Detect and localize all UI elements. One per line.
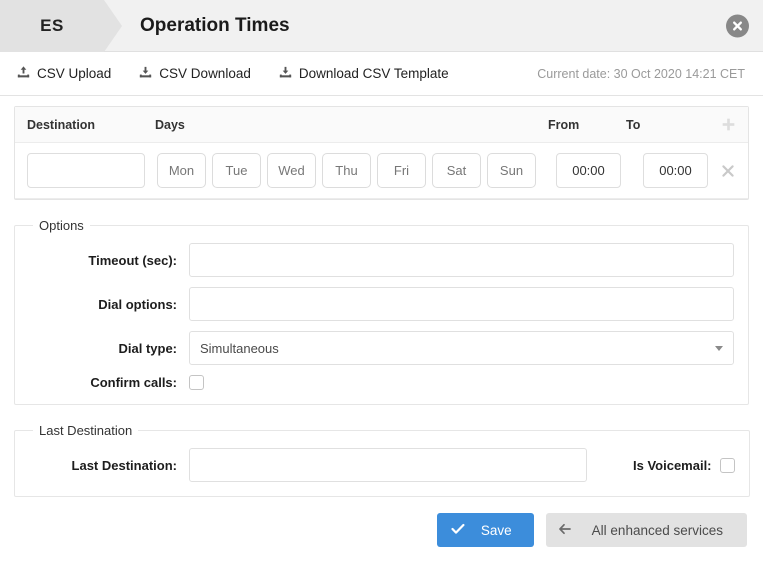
download-icon <box>138 65 153 83</box>
dial-type-value: Simultaneous <box>200 341 279 356</box>
last-destination-label: Last Destination: <box>29 458 189 473</box>
day-toggle-fri[interactable]: Fri <box>377 153 426 188</box>
day-toggle-sat[interactable]: Sat <box>432 153 481 188</box>
is-voicemail-checkbox[interactable] <box>720 458 735 473</box>
toolbar: CSV Upload CSV Download Download CSV Tem… <box>0 52 763 96</box>
dial-options-row: Dial options: <box>29 287 734 321</box>
is-voicemail-label: Is Voicemail: <box>633 458 712 473</box>
day-toggle-thu[interactable]: Thu <box>322 153 371 188</box>
csv-upload-button[interactable]: CSV Upload <box>16 65 111 83</box>
dial-type-row: Dial type: Simultaneous <box>29 331 734 365</box>
column-header-days: Days <box>155 118 548 132</box>
add-row-button[interactable] <box>708 117 748 132</box>
day-toggle-group: Mon Tue Wed Thu Fri Sat Sun <box>157 153 550 188</box>
options-legend: Options <box>33 218 90 233</box>
save-button-label: Save <box>481 523 512 538</box>
time-to-input[interactable] <box>643 153 708 188</box>
operation-times-table: Destination Days From To Mon Tue Wed Thu… <box>14 106 749 200</box>
destination-input[interactable] <box>27 153 145 188</box>
timeout-input[interactable] <box>189 243 734 277</box>
confirm-calls-label: Confirm calls: <box>29 375 189 390</box>
csv-upload-label: CSV Upload <box>37 66 111 81</box>
close-icon[interactable] <box>726 14 749 37</box>
breadcrumb-separator-icon <box>104 0 122 52</box>
confirm-calls-checkbox[interactable] <box>189 375 204 390</box>
day-toggle-wed[interactable]: Wed <box>267 153 316 188</box>
upload-icon <box>16 65 31 83</box>
all-enhanced-services-button[interactable]: All enhanced services <box>546 513 747 547</box>
day-toggle-mon[interactable]: Mon <box>157 153 206 188</box>
table-header-row: Destination Days From To <box>15 107 748 143</box>
csv-download-label: CSV Download <box>159 66 251 81</box>
download-icon <box>278 65 293 83</box>
timeout-label: Timeout (sec): <box>29 253 189 268</box>
last-destination-input[interactable] <box>189 448 587 482</box>
plus-icon <box>721 117 736 132</box>
breadcrumb-es-label: ES <box>40 16 64 36</box>
table-row: Mon Tue Wed Thu Fri Sat Sun <box>15 143 748 199</box>
dial-type-label: Dial type: <box>29 341 189 356</box>
timeout-row: Timeout (sec): <box>29 243 734 277</box>
save-button[interactable]: Save <box>437 513 534 547</box>
last-destination-fieldset: Last Destination Last Destination: Is Vo… <box>14 423 750 497</box>
page-title: Operation Times <box>140 15 290 37</box>
all-enhanced-services-label: All enhanced services <box>592 523 723 538</box>
day-toggle-sun[interactable]: Sun <box>487 153 536 188</box>
last-destination-row: Last Destination: Is Voicemail: <box>29 448 735 482</box>
column-header-to: To <box>626 118 708 132</box>
column-header-destination: Destination <box>27 118 155 132</box>
column-header-from: From <box>548 118 626 132</box>
breadcrumb-es[interactable]: ES <box>0 0 104 52</box>
close-x-icon <box>721 164 735 178</box>
delete-row-button[interactable] <box>708 164 748 178</box>
dial-type-select[interactable]: Simultaneous <box>189 331 734 365</box>
dial-options-label: Dial options: <box>29 297 189 312</box>
footer-actions: Save All enhanced services <box>0 497 763 547</box>
confirm-calls-row: Confirm calls: <box>29 375 734 390</box>
download-csv-template-label: Download CSV Template <box>299 66 449 81</box>
download-csv-template-button[interactable]: Download CSV Template <box>278 65 449 83</box>
dial-options-input[interactable] <box>189 287 734 321</box>
page-header: ES Operation Times <box>0 0 763 52</box>
day-toggle-tue[interactable]: Tue <box>212 153 261 188</box>
csv-download-button[interactable]: CSV Download <box>138 65 251 83</box>
chevron-down-icon <box>715 346 723 351</box>
last-destination-legend: Last Destination <box>33 423 138 438</box>
arrow-left-icon <box>558 523 572 538</box>
check-icon <box>451 523 465 538</box>
current-date-text: Current date: 30 Oct 2020 14:21 CET <box>537 67 745 81</box>
time-from-input[interactable] <box>556 153 621 188</box>
options-fieldset: Options Timeout (sec): Dial options: Dia… <box>14 218 749 405</box>
table-wrapper: Destination Days From To Mon Tue Wed Thu… <box>0 96 763 200</box>
